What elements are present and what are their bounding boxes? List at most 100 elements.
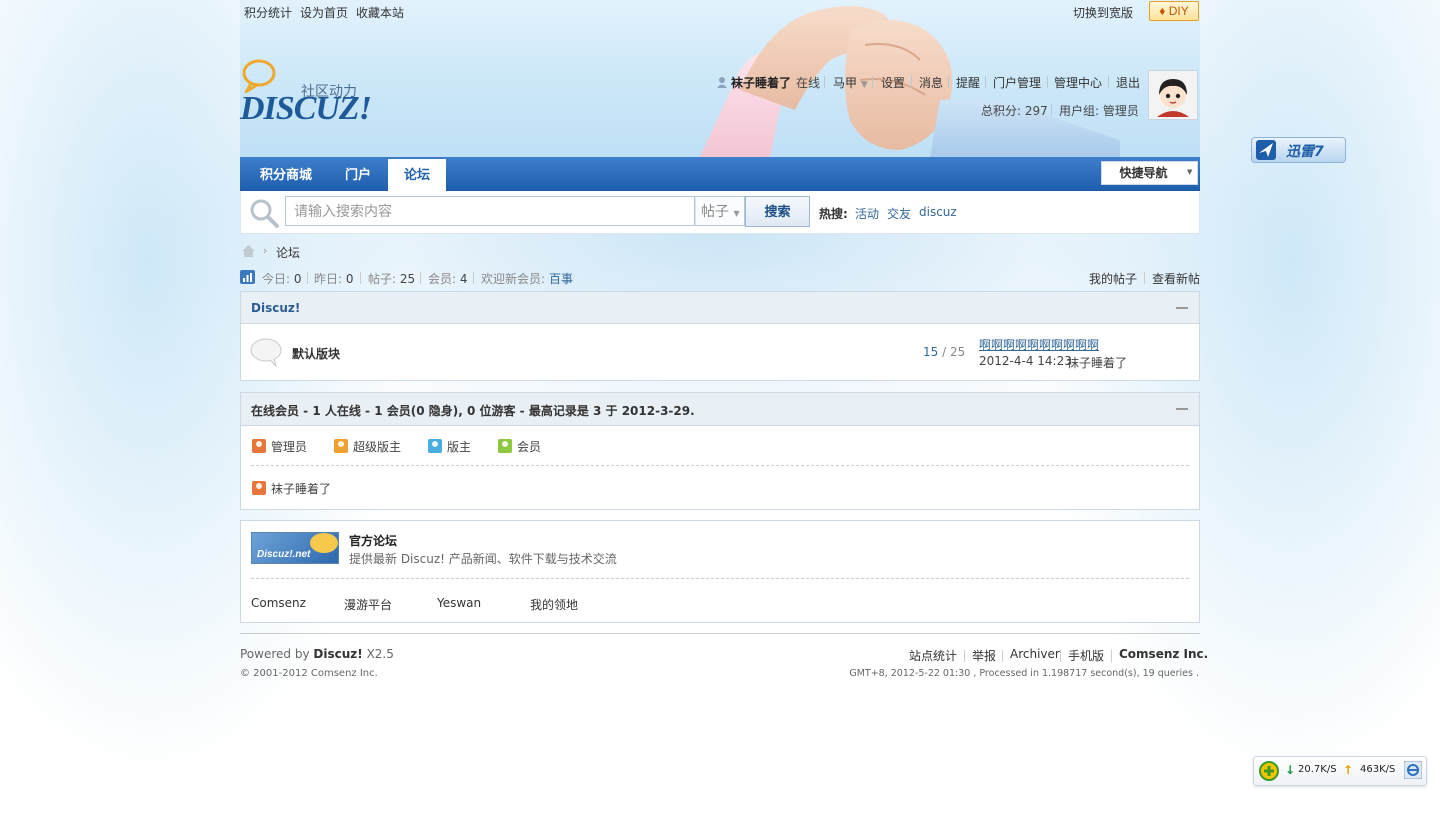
user-link-notices[interactable]: 提醒: [956, 74, 980, 92]
wide-switch-link[interactable]: 切换到宽版: [1073, 4, 1133, 21]
hot-search-item[interactable]: discuz: [919, 205, 957, 219]
online-header: 在线会员 - 1 人在线 - 1 会员(0 隐身), 0 位游客 - 最高记录是…: [241, 393, 1199, 426]
search-input[interactable]: 请输入搜索内容: [285, 196, 695, 226]
featured-link-logo[interactable]: Discuz!.net: [251, 532, 339, 564]
footer-link-archiver[interactable]: Archiver: [1010, 647, 1060, 661]
footer-link-report[interactable]: 举报: [972, 647, 996, 664]
logo-wordmark[interactable]: DISCUZ!: [240, 90, 372, 128]
download-speed: 20.7K/S: [1298, 764, 1337, 775]
my-posts-link[interactable]: 我的帖子: [1089, 270, 1137, 287]
stat-posts: 帖子: 25: [368, 270, 415, 287]
last-post-user-link[interactable]: 袜子睡着了: [1067, 354, 1127, 371]
home-icon[interactable]: [241, 244, 256, 258]
topbar-link-bookmark[interactable]: 收藏本站: [356, 4, 404, 21]
group-value: 管理员: [1102, 104, 1139, 118]
online-title[interactable]: 在线会员 - 1 人在线 - 1 会员(0 隐身), 0 位游客 - 最高记录是…: [251, 402, 695, 419]
hot-search-label: 热搜:: [819, 207, 848, 221]
vest-label: 马甲: [833, 76, 858, 90]
quick-nav-button[interactable]: 快捷导航: [1101, 161, 1186, 185]
friend-link[interactable]: Yeswan: [437, 596, 481, 610]
vest-menu[interactable]: 马甲 ▼: [833, 74, 868, 92]
stat-today-label: 今日:: [262, 272, 291, 286]
divider: [964, 650, 965, 662]
upload-arrow-icon: ↑: [1343, 763, 1354, 777]
divider: [1002, 650, 1003, 662]
friend-link[interactable]: 漫游平台: [344, 596, 392, 613]
member-role-icon: [498, 439, 512, 453]
stat-today-value: 0: [293, 272, 302, 286]
hot-search-item[interactable]: 活动: [855, 205, 879, 222]
forum-name-link[interactable]: 默认版块: [292, 345, 340, 362]
chevron-down-icon: ▼: [733, 209, 740, 218]
footer-link-stats[interactable]: 站点统计: [909, 647, 957, 664]
footer-company-link[interactable]: Comsenz Inc.: [1119, 647, 1208, 661]
featured-link-name[interactable]: 官方论坛: [349, 532, 397, 549]
hot-search-item[interactable]: 交友: [887, 205, 911, 222]
category-header: Discuz!: [241, 292, 1199, 324]
footer-link-mobile[interactable]: 手机版: [1068, 647, 1104, 664]
user-link-messages[interactable]: 消息: [919, 74, 943, 92]
online-status[interactable]: 在线: [796, 74, 820, 92]
role-legend-member: 会员: [517, 440, 542, 454]
admin-role-icon: [252, 481, 266, 495]
super-mod-role-icon: [334, 439, 348, 453]
newest-member-link[interactable]: 百事: [549, 270, 573, 287]
chevron-down-icon: ▼: [1187, 168, 1193, 176]
thunder-widget[interactable]: 迅雷7: [1251, 137, 1346, 163]
user-icon: [717, 77, 727, 88]
stat-posts-label: 帖子:: [368, 272, 397, 286]
divider: [1108, 76, 1109, 88]
stat-newest-member: 欢迎新会员:: [481, 270, 545, 287]
ie-browser-icon: [1404, 761, 1422, 779]
stat-yesterday-value: 0: [345, 272, 354, 286]
last-post-time[interactable]: 2012-4-4 14:23: [979, 354, 1072, 368]
nav-item-forum[interactable]: 论坛: [388, 159, 446, 192]
divider: [1047, 76, 1048, 88]
forum-posts: 25: [949, 345, 966, 359]
featured-logo-text: Discuz!.net: [257, 549, 311, 560]
divider: [1060, 650, 1061, 662]
powered-by: Powered by Discuz! X2.5: [240, 647, 394, 661]
friend-links-box: Discuz!.net 官方论坛 提供最新 Discuz! 产品新闻、软件下载与…: [240, 520, 1200, 623]
category-title[interactable]: Discuz!: [251, 301, 300, 315]
topbar-link-stats[interactable]: 积分统计: [244, 4, 292, 21]
points-info[interactable]: 总积分: 297: [981, 102, 1048, 119]
divider: [1144, 272, 1145, 284]
divider: [251, 465, 1189, 466]
nav-item-points-mall[interactable]: 积分商城: [248, 157, 324, 190]
last-post-title-link[interactable]: 啊啊啊啊啊啊啊啊啊啊: [979, 336, 1099, 353]
user-link-logout[interactable]: 退出: [1116, 74, 1140, 92]
topbar-link-homepage[interactable]: 设为首页: [300, 4, 348, 21]
user-link-settings[interactable]: 设置: [881, 74, 905, 92]
friend-link[interactable]: Comsenz: [251, 596, 306, 610]
diy-arrow-icon: ♦: [1159, 4, 1166, 18]
stat-yesterday: 昨日: 0: [314, 270, 354, 287]
breadcrumb-current: 论坛: [276, 246, 301, 260]
friend-link[interactable]: 我的领地: [530, 596, 578, 613]
thunder-label: 迅雷7: [1286, 144, 1324, 160]
forum-count-slash: /: [942, 345, 947, 359]
collapse-icon[interactable]: [1176, 408, 1188, 410]
stat-posts-value: 25: [399, 272, 416, 286]
nav-item-portal[interactable]: 门户: [332, 157, 384, 190]
upload-speed: 463K/S: [1360, 764, 1396, 775]
avatar[interactable]: [1148, 70, 1198, 120]
online-user-link[interactable]: 袜子睡着了: [271, 480, 331, 497]
avatar-face-icon: [1149, 71, 1197, 119]
diy-button[interactable]: ♦ DIY: [1149, 1, 1199, 21]
search-type-select[interactable]: 帖子 ▼: [695, 196, 745, 226]
user-link-portal-admin[interactable]: 门户管理: [993, 74, 1041, 92]
search-button[interactable]: 搜索: [745, 196, 810, 227]
network-speed-widget[interactable]: ↓ 20.7K/S ↑ 463K/S: [1253, 756, 1427, 786]
footer-copyright: © 2001-2012 Comsenz Inc.: [240, 668, 378, 679]
collapse-icon[interactable]: [1176, 307, 1188, 309]
username-link[interactable]: 袜子睡着了: [731, 74, 791, 92]
powered-by-product-link[interactable]: Discuz!: [313, 647, 362, 661]
user-group-info[interactable]: 用户组: 管理员: [1059, 102, 1139, 119]
user-link-admin-center[interactable]: 管理中心: [1054, 74, 1102, 92]
stat-members: 会员: 4: [428, 270, 468, 287]
stat-today: 今日: 0: [262, 270, 302, 287]
quick-nav-dropdown[interactable]: ▼: [1185, 161, 1198, 185]
new-posts-link[interactable]: 查看新帖: [1152, 270, 1200, 287]
thunder-bird-icon: [1256, 140, 1276, 160]
